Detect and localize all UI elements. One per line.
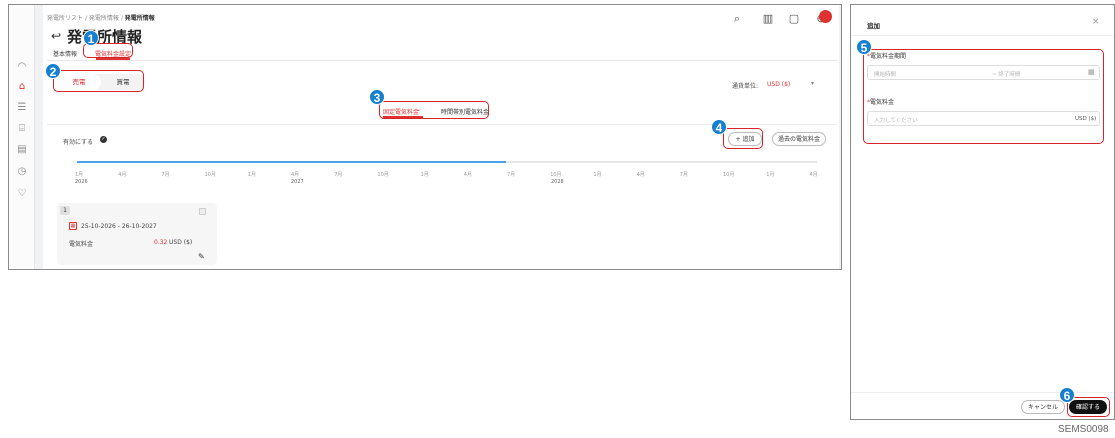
timeline-month-label: 1月 — [420, 172, 429, 178]
clock-icon[interactable]: ◷ — [16, 166, 28, 178]
past-prices-button[interactable]: 過去の電気料金 — [772, 132, 826, 146]
currency-label: 通貨単位: — [732, 83, 759, 90]
message-icon[interactable]: ▢ — [787, 12, 801, 25]
help-icon[interactable]: ✓ — [100, 136, 107, 143]
building-icon[interactable]: ▥ — [761, 12, 775, 25]
panel-title: 追加 — [867, 22, 880, 30]
timeline-month-label: 7月 — [679, 172, 688, 178]
breadcrumb-item-plant-info[interactable]: 発電所情報 — [89, 15, 119, 22]
search-icon[interactable]: ⌕ — [730, 12, 744, 26]
back-icon[interactable]: ↩ — [51, 29, 61, 43]
card-date-range: 25-10-2026 - 26-10-2027 — [81, 223, 157, 230]
price-card[interactable]: 1 ▦ 25-10-2026 - 26-10-2027 電気料金 0.32 US… — [57, 203, 217, 265]
figure-code: SEMS0098 — [1058, 424, 1109, 435]
card-index: 1 — [60, 206, 70, 215]
card-price-unit: USD ($) — [169, 239, 193, 246]
annotation-badge-1: 1 — [83, 30, 99, 46]
annotation-badge-3: 3 — [369, 89, 385, 105]
side-rail: ◠ ⌂ ☰ ⌹ ▤ ◷ ♡ — [9, 5, 35, 269]
timeline-month-label: 4月 — [636, 172, 645, 178]
timeline-month-label: 7月 — [161, 172, 170, 178]
report-icon[interactable]: ▤ — [16, 144, 28, 156]
timeline-progress — [77, 161, 507, 163]
breadcrumb-separator: / — [120, 15, 123, 22]
add-price-panel: 追加 × *電気料金期間 開始時間 ~ 終了時間 ▦ *電気料金 入力してくださ… — [850, 4, 1115, 420]
breadcrumb: 発電所リスト / 発電所情報 / 発電所情報 — [47, 13, 155, 22]
card-checkbox[interactable] — [199, 208, 206, 215]
list-icon[interactable]: ☰ — [16, 102, 28, 114]
timeline-month-label: 10月 — [377, 172, 389, 178]
timeline-month-label: 4月 — [291, 172, 300, 178]
timeline-month-label: 4月 — [463, 172, 472, 178]
breadcrumb-current: 発電所情報 — [124, 15, 155, 22]
close-icon[interactable]: × — [1092, 17, 1100, 27]
divider — [47, 60, 837, 61]
enable-label: 有効にする — [63, 139, 94, 146]
card-price-value: 0.32 — [154, 239, 168, 246]
home-icon[interactable]: ⌂ — [16, 81, 28, 93]
highlight-box-6 — [1067, 397, 1110, 417]
timeline-month-label: 1月 — [593, 172, 602, 178]
annotation-badge-2: 2 — [45, 63, 61, 79]
highlight-box-3 — [379, 101, 489, 119]
breadcrumb-separator: / — [84, 15, 87, 22]
highlight-box-4 — [723, 128, 763, 149]
year-label: 2028 — [551, 179, 564, 185]
timeline-month-label: 10月 — [723, 172, 735, 178]
timeline-month-label: 1月 — [75, 172, 84, 178]
heart-icon[interactable]: ♡ — [16, 188, 28, 200]
content-area: 発電所リスト / 発電所情報 / 発電所情報 ⌕ ▥ ▢ ⊕ ↩ 発電所情報 基… — [43, 5, 839, 269]
dashboard-icon[interactable]: ◠ — [16, 61, 28, 73]
timeline-month-label: 7月 — [334, 172, 343, 178]
currency-select[interactable]: USD ($) — [767, 81, 790, 88]
timeline-month-label: 1月 — [247, 172, 256, 178]
timeline-month-label: 10月 — [550, 172, 562, 178]
annotation-badge-4: 4 — [711, 119, 727, 135]
edit-icon[interactable]: ✎ — [198, 252, 205, 261]
timeline-month-label: 4月 — [118, 172, 127, 178]
chevron-down-icon[interactable]: ▾ — [811, 80, 814, 87]
highlight-box-5 — [863, 49, 1104, 144]
year-label: 2026 — [75, 179, 88, 185]
calendar-icon: ▦ — [69, 222, 77, 230]
timeline-month-label: 10月 — [204, 172, 216, 178]
timeline-month-label: 7月 — [507, 172, 516, 178]
timeline-month-label: 4月 — [809, 172, 818, 178]
avatar[interactable] — [819, 10, 832, 23]
annotation-badge-5: 5 — [856, 39, 872, 55]
annotation-badge-6: 6 — [1059, 387, 1075, 403]
plant-icon[interactable]: ⌹ — [16, 123, 28, 135]
card-price-label: 電気料金 — [69, 241, 94, 248]
highlight-box-2 — [53, 70, 144, 92]
cancel-button[interactable]: キャンセル — [1021, 400, 1065, 414]
year-label: 2027 — [291, 179, 304, 185]
breadcrumb-item-plant-list[interactable]: 発電所リスト — [47, 15, 83, 22]
divider — [851, 35, 1114, 36]
timeline-month-label: 1月 — [766, 172, 775, 178]
tab-basic-info[interactable]: 基本情報 — [53, 49, 77, 58]
main-window: ◠ ⌂ ☰ ⌹ ▤ ◷ ♡ 発電所リスト / 発電所情報 / 発電所情報 ⌕ ▥… — [8, 4, 842, 270]
